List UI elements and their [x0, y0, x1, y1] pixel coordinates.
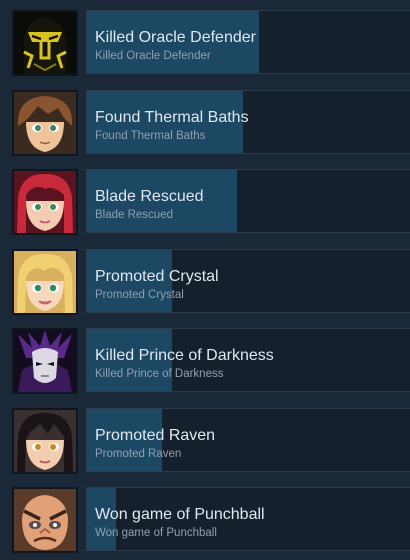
achievement-progress-bar: Killed Oracle Defender Killed Oracle Def…	[86, 10, 410, 74]
achievement-progress-bar: Killed Prince of Darkness Killed Prince …	[86, 328, 410, 392]
achievement-row: Promoted Raven Promoted Raven	[0, 398, 410, 478]
achievement-title: Killed Oracle Defender	[95, 29, 256, 46]
achievement-row: Promoted Crystal Promoted Crystal	[0, 239, 410, 319]
achievement-description: Killed Oracle Defender	[95, 50, 211, 62]
punchball-fighter-icon	[12, 487, 78, 553]
achievement-row: Killed Prince of Darkness Killed Prince …	[0, 318, 410, 398]
brown-haired-boy-icon	[12, 89, 78, 156]
achievement-title: Promoted Crystal	[95, 267, 219, 285]
achievement-progress-bar: Promoted Crystal Promoted Crystal	[86, 248, 410, 313]
achievement-description: Killed Prince of Darkness	[95, 368, 224, 380]
achievement-description: Promoted Raven	[95, 447, 182, 460]
achievement-title: Promoted Raven	[95, 426, 216, 444]
achievement-title: Found Thermal Baths	[95, 108, 249, 126]
achievement-progress-bar: Promoted Raven Promoted Raven	[86, 407, 410, 472]
achievement-progress-bar: Found Thermal Baths Found Thermal Baths	[86, 89, 410, 154]
achievement-description: Found Thermal Baths	[95, 129, 206, 142]
achievement-description: Blade Rescued	[95, 209, 173, 221]
achievement-row: Found Thermal Baths Found Thermal Baths	[0, 80, 410, 160]
achievement-progress-bar: Won game of Punchball Won game of Punchb…	[86, 487, 410, 551]
red-haired-girl-icon	[12, 169, 78, 235]
achievement-title: Won game of Punchball	[95, 506, 265, 523]
prince-of-darkness-icon	[12, 328, 78, 394]
achievement-description: Won game of Punchball	[95, 527, 217, 539]
achievement-description: Promoted Crystal	[95, 288, 184, 301]
achievement-progress-bar: Blade Rescued Blade Rescued	[86, 169, 410, 233]
achievement-title: Blade Rescued	[95, 188, 204, 205]
dark-haired-girl-icon	[12, 407, 78, 474]
achievement-row: Killed Oracle Defender Killed Oracle Def…	[0, 0, 410, 80]
achievement-row: Blade Rescued Blade Rescued	[0, 159, 410, 239]
achievement-title: Killed Prince of Darkness	[95, 347, 274, 364]
achievement-row: Won game of Punchball Won game of Punchb…	[0, 477, 410, 557]
blonde-girl-icon	[12, 248, 78, 315]
oracle-defender-icon	[12, 10, 78, 76]
